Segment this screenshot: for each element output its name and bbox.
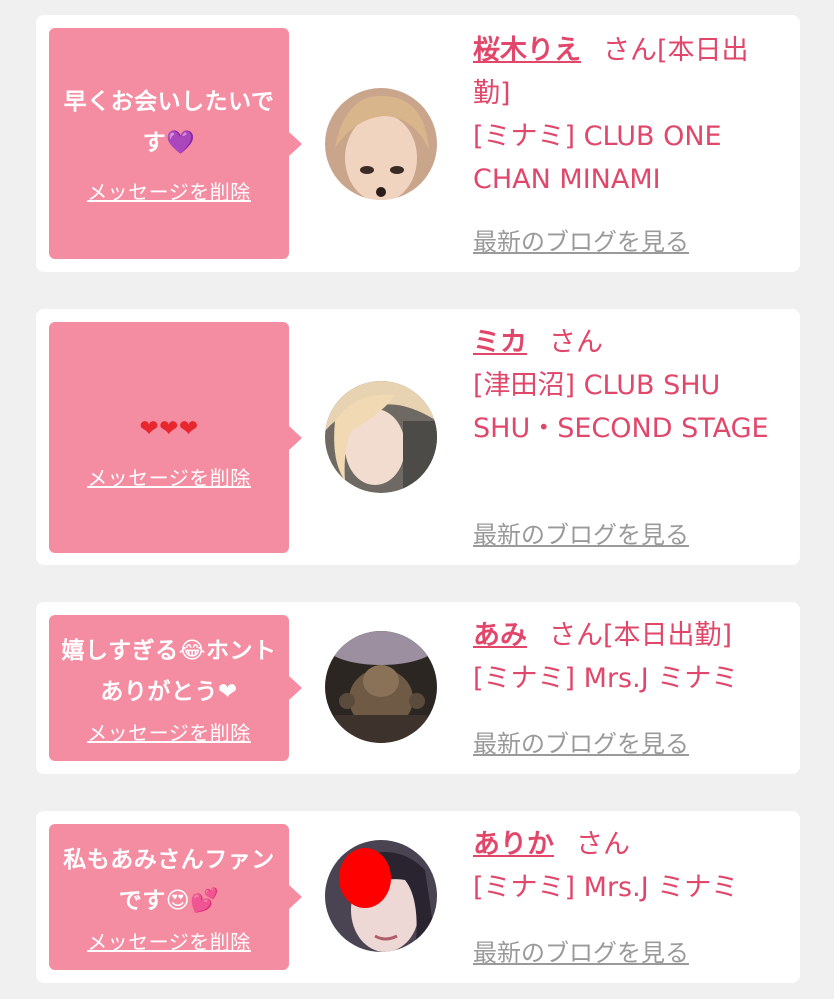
message-text: 私もあみさんファンです😍💕 — [63, 846, 275, 914]
message-bubble: ❤❤❤ メッセージを削除 — [49, 322, 302, 553]
delete-message-link[interactable]: メッセージを削除 — [87, 176, 251, 205]
avatar[interactable] — [325, 88, 437, 200]
avatar-photo — [325, 88, 437, 200]
profile-info: あみ さん[本日出勤] [ミナミ] Mrs.J ミナミ — [473, 614, 773, 700]
message-card: 嬉しすぎる😂ホントありがとう❤ メッセージを削除 あみ さん[本日出勤] [ミナミ… — [36, 602, 800, 774]
message-list: 早くお会いしたいです💜 メッセージを削除 桜木りえ さん[本日出勤] [ミナミ] … — [0, 0, 834, 999]
latest-blog-link[interactable]: 最新のブログを見る — [473, 933, 689, 968]
message-text: ❤❤❤ — [139, 415, 199, 442]
cast-suffix: さん[本日出勤] — [549, 620, 733, 651]
avatar-photo — [325, 631, 437, 743]
profile-info: ありか さん [ミナミ] Mrs.J ミナミ — [473, 823, 773, 909]
profile-info: ミカ さん [津田沼] CLUB SHU SHU・SECOND STAGE — [473, 321, 773, 450]
delete-message-link[interactable]: メッセージを削除 — [87, 926, 251, 955]
message-bubble: 嬉しすぎる😂ホントありがとう❤ メッセージを削除 — [49, 615, 302, 761]
cast-suffix: さん — [549, 327, 603, 358]
avatar-photo — [325, 840, 437, 952]
delete-message-link[interactable]: メッセージを削除 — [87, 462, 251, 491]
avatar-photo — [325, 381, 437, 493]
message-card: 早くお会いしたいです💜 メッセージを削除 桜木りえ さん[本日出勤] [ミナミ] … — [36, 15, 800, 272]
message-text: 嬉しすぎる😂ホントありがとう❤ — [61, 637, 277, 705]
shop-name: [ミナミ] Mrs.J ミナミ — [473, 663, 739, 694]
delete-message-link[interactable]: メッセージを削除 — [87, 717, 251, 746]
message-bubble: 私もあみさんファンです😍💕 メッセージを削除 — [49, 824, 302, 970]
avatar[interactable] — [325, 381, 437, 493]
cast-suffix: さん — [576, 829, 630, 860]
cast-name-link[interactable]: あみ — [473, 620, 527, 651]
shop-name: [ミナミ] Mrs.J ミナミ — [473, 872, 739, 903]
shop-name: [津田沼] CLUB SHU SHU・SECOND STAGE — [473, 370, 769, 444]
shop-name: [ミナミ] CLUB ONE CHAN MINAMI — [473, 121, 722, 195]
cast-name-link[interactable]: ありか — [473, 829, 554, 860]
message-card: ❤❤❤ メッセージを削除 ミカ さん [津田沼] CLUB SHU SHU・SEC… — [36, 309, 800, 565]
avatar[interactable] — [325, 631, 437, 743]
cast-name-link[interactable]: ミカ — [473, 327, 527, 358]
message-bubble: 早くお会いしたいです💜 メッセージを削除 — [49, 28, 302, 259]
latest-blog-link[interactable]: 最新のブログを見る — [473, 724, 689, 759]
profile-info: 桜木りえ さん[本日出勤] [ミナミ] CLUB ONE CHAN MINAMI — [473, 29, 773, 201]
message-card: 私もあみさんファンです😍💕 メッセージを削除 ありか さん [ミナミ] Mrs.J… — [36, 811, 800, 983]
message-text: 早くお会いしたいです💜 — [63, 89, 275, 156]
latest-blog-link[interactable]: 最新のブログを見る — [473, 222, 689, 257]
avatar[interactable] — [325, 840, 437, 952]
cast-name-link[interactable]: 桜木りえ — [473, 35, 581, 66]
latest-blog-link[interactable]: 最新のブログを見る — [473, 515, 689, 550]
